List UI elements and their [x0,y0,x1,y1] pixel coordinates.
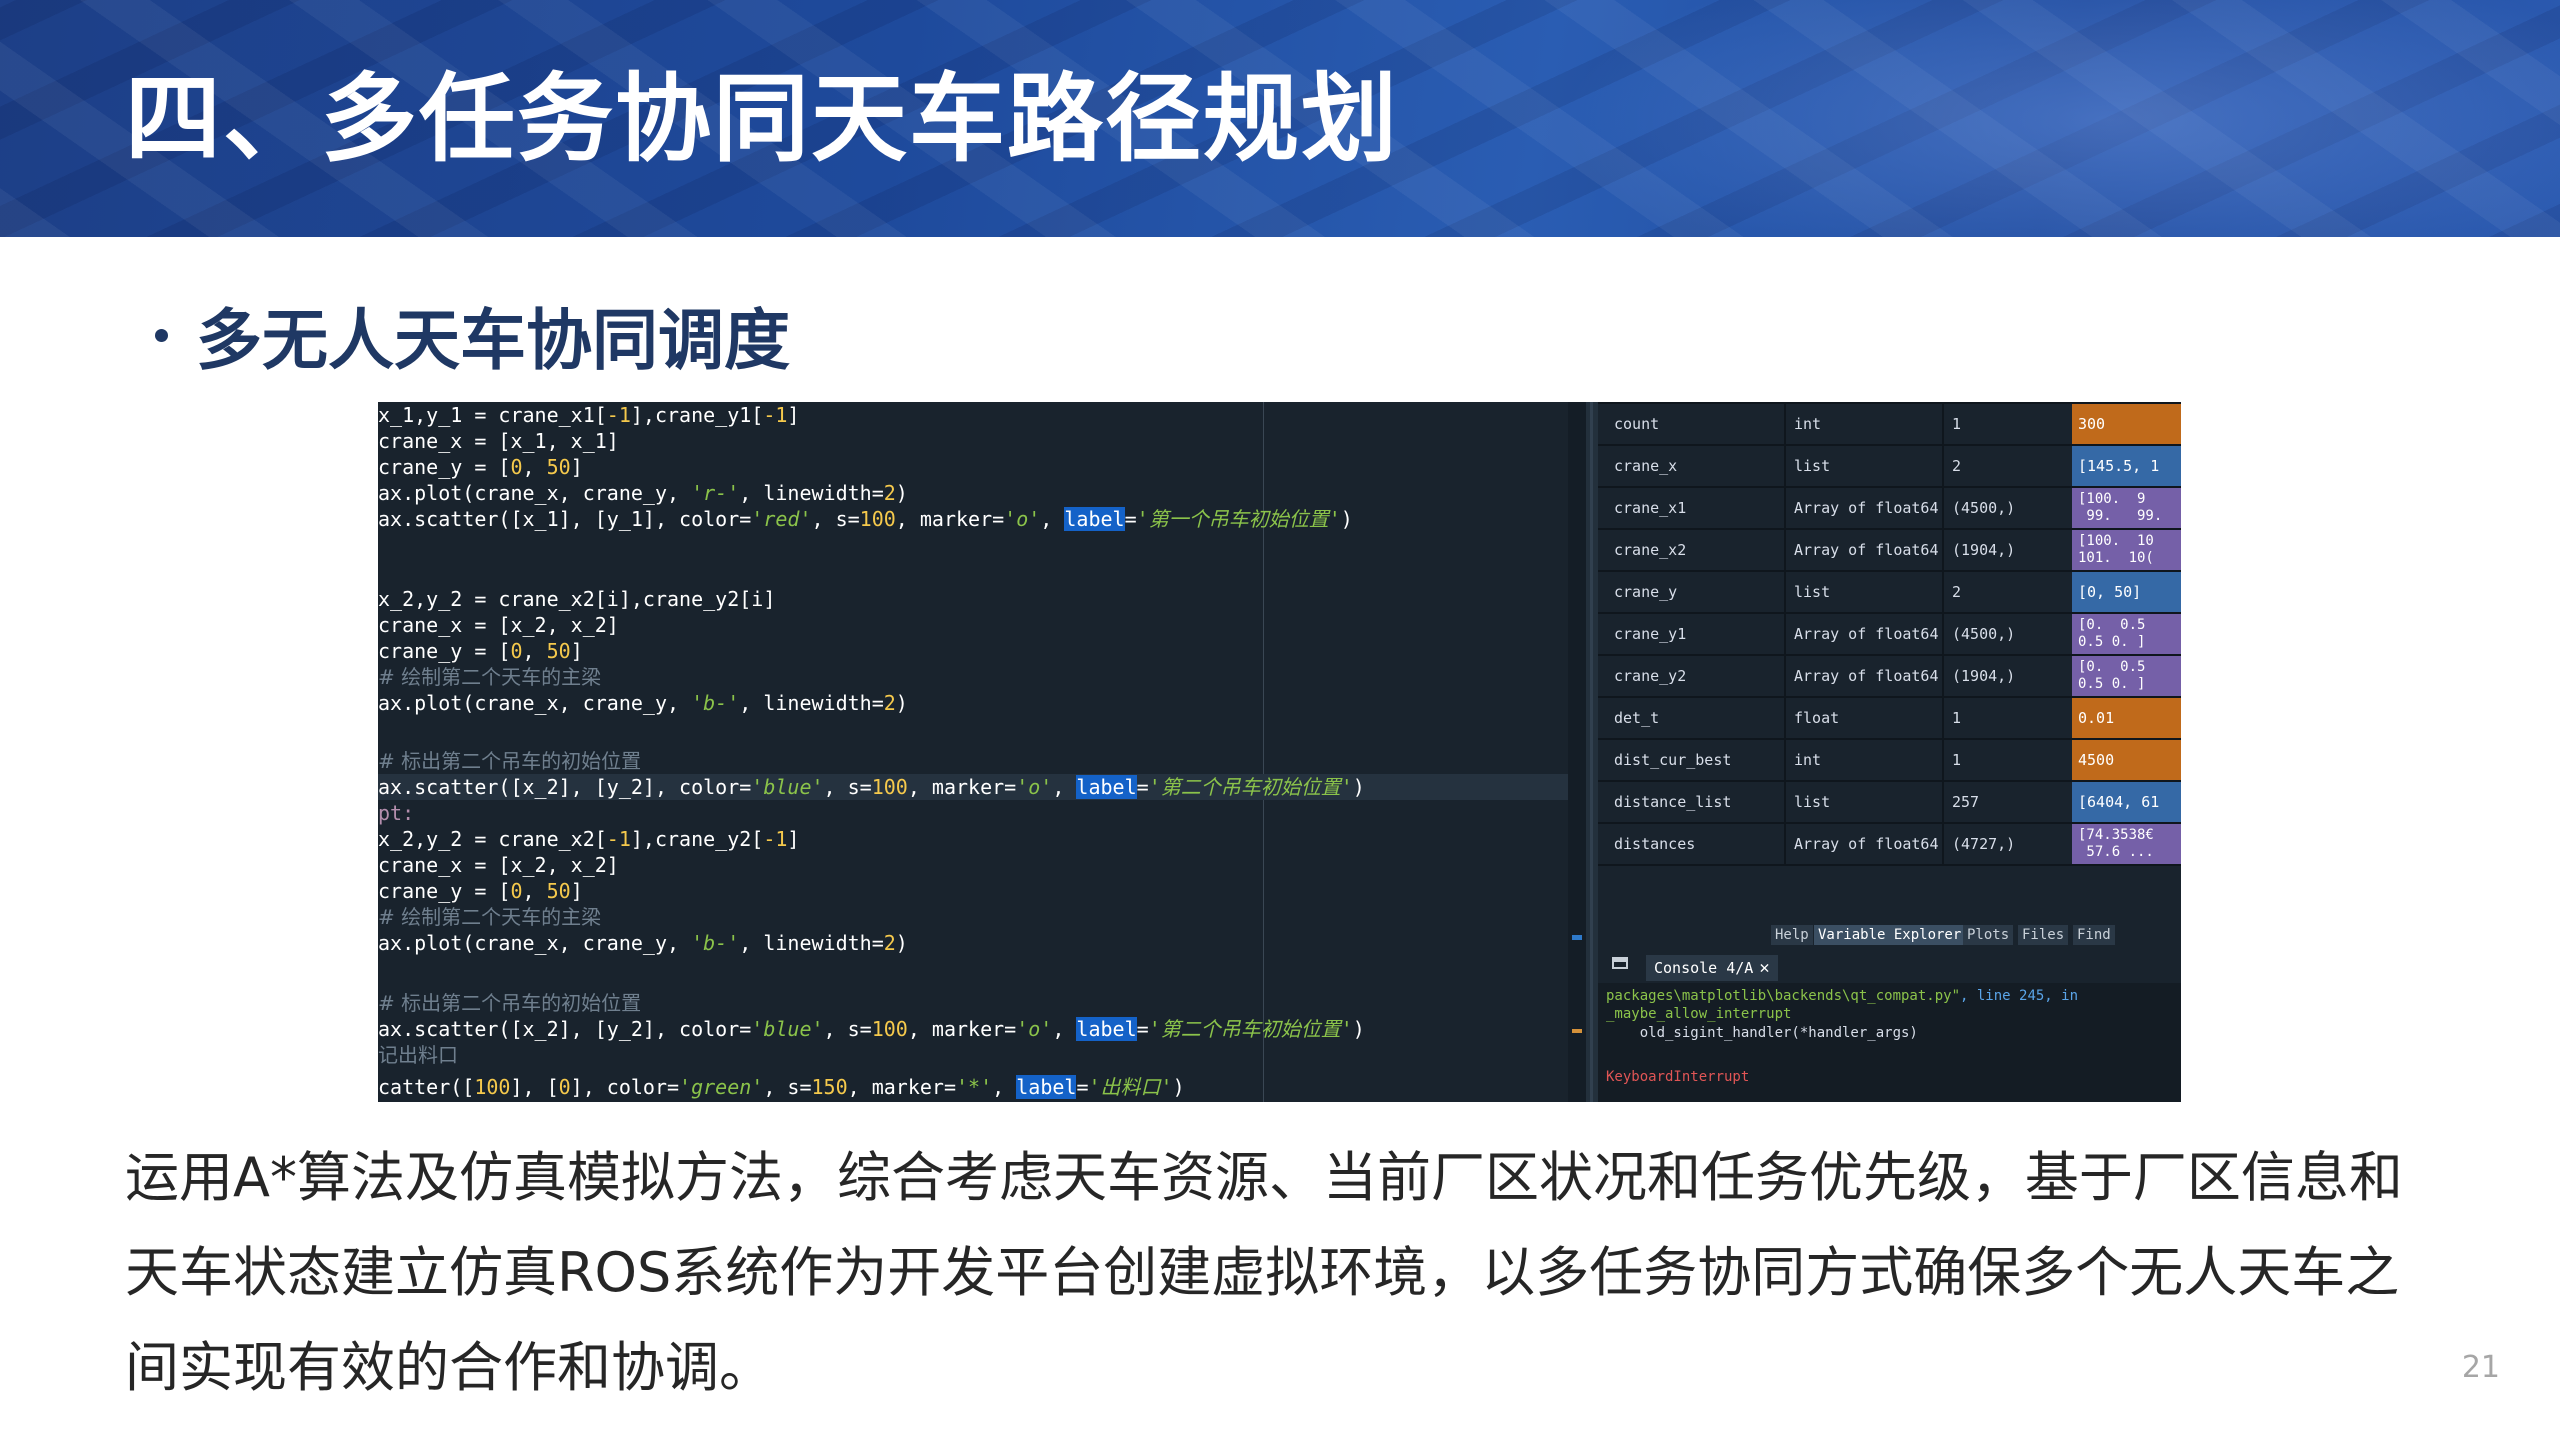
paragraph-line: 运用A*算法及仿真模拟方法，综合考虑天车资源、当前厂区状况和任务优先级，基于厂区… [125,1146,2403,1209]
code-line: ax.scatter([x_1], [y_1], color='red', s=… [378,507,1353,531]
header-banner: 四、多任务协同天车路径规划 [0,0,2560,237]
code-comment: 记出料口 [378,1043,458,1067]
code-line: crane_x = [x_1, x_1] [378,429,619,453]
variable-explorer: count int 1 300 crane_x list 2 [145.5, 1… [1598,402,2181,917]
variable-row[interactable]: crane_y2 Array of float64 (1904,) [0. 0.… [1598,656,2181,698]
slide-title: 四、多任务协同天车路径规划 [125,63,1399,175]
code-line: x_1,y_1 = crane_x1[-1],crane_y1[-1] [378,403,800,427]
code-line: pt: [378,801,415,825]
console-tab-strip: Console 4/A ✕ [1598,947,2181,983]
variable-row[interactable]: dist_cur_best int 1 4500 [1598,740,2181,782]
code-line: crane_y = [0, 50] [378,639,583,663]
code-line: ax.plot(crane_x, crane_y, 'r-', linewidt… [378,481,908,505]
pane-tab-bar: Help Variable Explorer Plots Files Find [1598,917,2181,947]
variable-row[interactable]: crane_x1 Array of float64 (4500,) [100. … [1598,488,2181,530]
paragraph-line: 间实现有效的合作和协调。 [125,1336,773,1399]
variable-row[interactable]: crane_y1 Array of float64 (4500,) [0. 0.… [1598,614,2181,656]
console-traceback-line: _maybe_allow_interrupt [1606,1006,1792,1022]
variable-row[interactable]: crane_x list 2 [145.5, 1 [1598,446,2181,488]
code-editor: x_1,y_1 = crane_x1[-1],crane_y1[-1] cran… [378,402,1568,1102]
tab-variable-explorer[interactable]: Variable Explorer [1814,925,1966,945]
pane-splitter[interactable] [1586,402,1598,1102]
gutter-marker [1572,935,1582,940]
code-comment: # 绘制第二个天车的主梁 [378,665,602,689]
header-glow [1560,0,2560,237]
code-line: crane_x = [x_2, x_2] [378,613,619,637]
variable-row[interactable]: distance_list list 257 [6404, 61 [1598,782,2181,824]
code-line-current: ax.scatter([x_2], [y_2], color='blue', s… [378,774,1568,800]
console-traceback-line: old_sigint_handler(*handler_args) [1606,1025,1918,1041]
editor-scroll-gutter[interactable] [1568,402,1586,1102]
ide-screenshot: x_1,y_1 = crane_x1[-1],crane_y1[-1] cran… [378,402,2181,1102]
tab-plots[interactable]: Plots [1963,925,2014,945]
tab-find[interactable]: Find [2073,925,2115,945]
code-line: ax.scatter([x_2], [y_2], color='blue', s… [378,1017,1365,1041]
code-comment: # 绘制第二个天车的主梁 [378,905,602,929]
code-line: x_2,y_2 = crane_x2[-1],crane_y2[-1] [378,827,800,851]
ipython-console: Console 4/A ✕ packages\matplotlib\backend… [1598,947,2181,1102]
code-line: crane_x = [x_2, x_2] [378,853,619,877]
code-line: x_2,y_2 = crane_x2[i],crane_y2[i] [378,587,776,611]
bullet-dot-icon [155,328,168,342]
code-line: ax.plot(crane_x, crane_y, 'b-', linewidt… [378,691,908,715]
code-line: crane_y = [0, 50] [378,879,583,903]
body-paragraph: 运用A*算法及仿真模拟方法，综合考虑天车资源、当前厂区状况和任务优先级，基于厂区… [125,1130,2445,1415]
close-icon[interactable]: ✕ [1759,958,1769,978]
code-line: ax.plot(crane_x, crane_y, 'b-', linewidt… [378,931,908,955]
tab-files[interactable]: Files [2018,925,2069,945]
console-window-icon[interactable] [1612,957,1628,969]
console-traceback-line: packages\matplotlib\backends\qt_compat.p… [1606,988,2079,1004]
variable-row[interactable]: distances Array of float64 (4727,) [74.3… [1598,824,2181,866]
tab-help[interactable]: Help [1771,925,1813,945]
variable-row[interactable]: det_t float 1 0.01 [1598,698,2181,740]
section-subtitle: 多无人天车协同调度 [196,302,790,379]
section-bullet: 多无人天车协同调度 [155,290,790,380]
code-comment: # 标出第二个吊车的初始位置 [378,749,642,773]
variable-row[interactable]: crane_x2 Array of float64 (1904,) [100. … [1598,530,2181,572]
code-comment: # 标出第二个吊车的初始位置 [378,991,642,1015]
gutter-marker [1572,1029,1582,1033]
code-line: crane_y = [0, 50] [378,455,583,479]
variable-row[interactable]: count int 1 300 [1598,404,2181,446]
code-line: catter([100], [0], color='green', s=150,… [378,1075,1185,1099]
console-error-line: KeyboardInterrupt [1606,1069,1750,1085]
page-number: 21 [2461,1350,2500,1385]
console-tab[interactable]: Console 4/A ✕ [1646,955,1778,981]
variable-row[interactable]: crane_y list 2 [0, 50] [1598,572,2181,614]
paragraph-line: 天车状态建立仿真ROS系统作为开发平台创建虚拟环境，以多任务协同方式确保多个无人… [125,1241,2400,1304]
